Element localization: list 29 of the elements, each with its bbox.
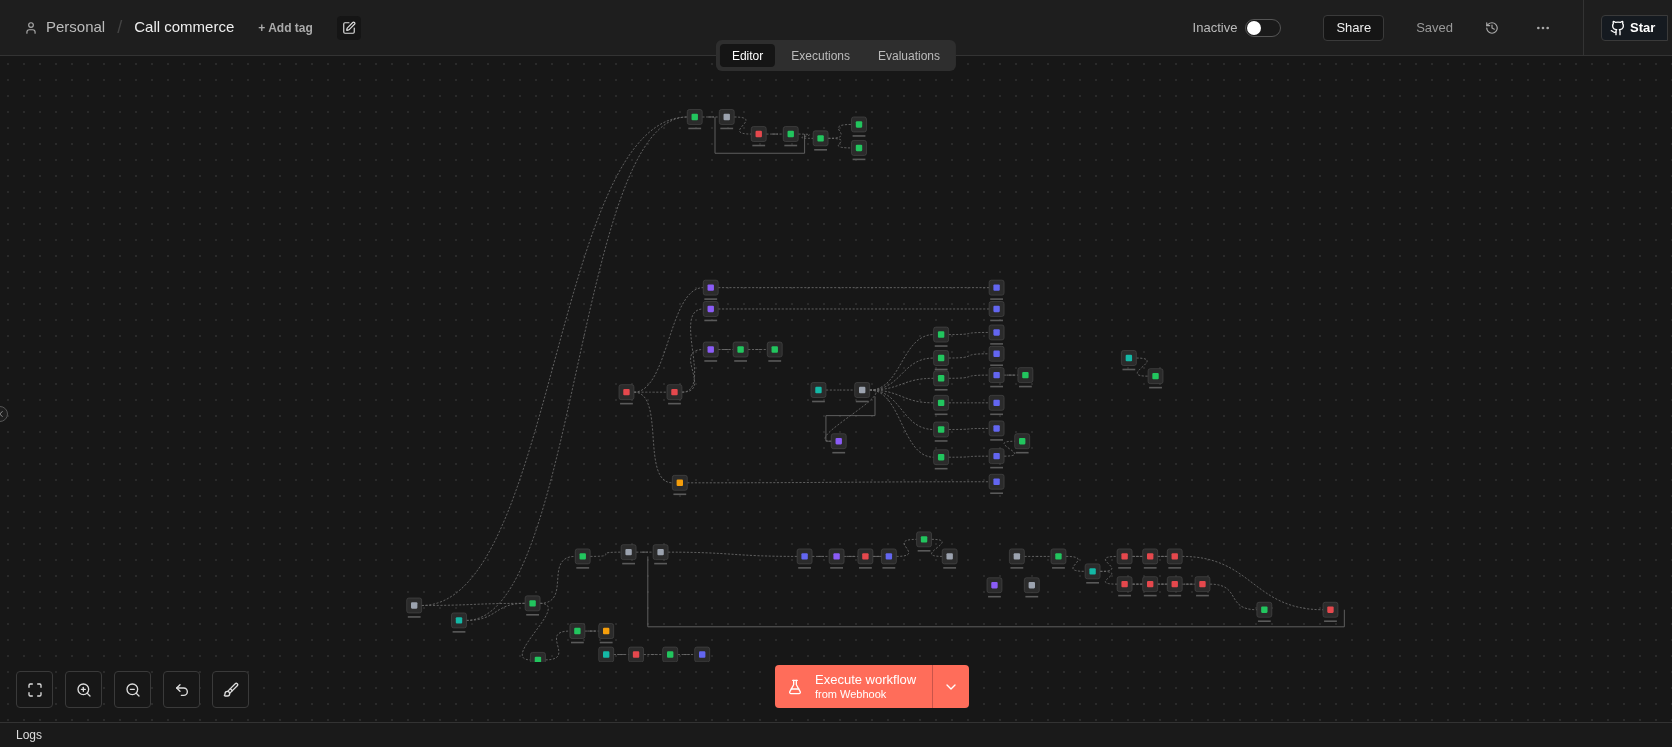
view-tab[interactable]: Evaluations	[866, 44, 953, 67]
share-button[interactable]: Share	[1323, 14, 1385, 41]
edit-icon-button[interactable]	[336, 15, 361, 40]
zoom-out-icon	[124, 681, 141, 698]
github-icon	[1610, 19, 1626, 36]
add-tag-link[interactable]: + Add tag	[258, 18, 313, 37]
view-tab[interactable]: Executions	[779, 44, 862, 67]
active-label: Inactive	[1192, 18, 1238, 37]
zoom-in-button[interactable]	[65, 671, 102, 708]
workflow-title[interactable]: Call commerce	[134, 16, 235, 39]
star-button[interactable]: Star	[1601, 14, 1669, 41]
breadcrumb-separator: /	[117, 16, 123, 39]
zoom-out-button[interactable]	[114, 671, 151, 708]
history-icon[interactable]	[1485, 20, 1499, 35]
brush-icon	[222, 681, 239, 698]
user-icon	[24, 20, 38, 35]
breadcrumb-link[interactable]: Personal	[46, 16, 106, 39]
logs-label[interactable]: Logs	[16, 726, 43, 744]
undo-button[interactable]	[163, 671, 200, 708]
undo-icon	[173, 681, 190, 698]
flask-icon	[787, 678, 803, 695]
view-tab[interactable]: Editor	[719, 44, 776, 67]
zoom-in-icon	[75, 681, 92, 698]
brush-button[interactable]	[212, 671, 249, 708]
fit-view-button[interactable]	[16, 671, 53, 708]
saved-status: Saved	[1416, 18, 1453, 37]
edit-icon	[341, 20, 356, 35]
active-toggle[interactable]	[1245, 18, 1282, 37]
fit-view-icon	[26, 681, 43, 698]
